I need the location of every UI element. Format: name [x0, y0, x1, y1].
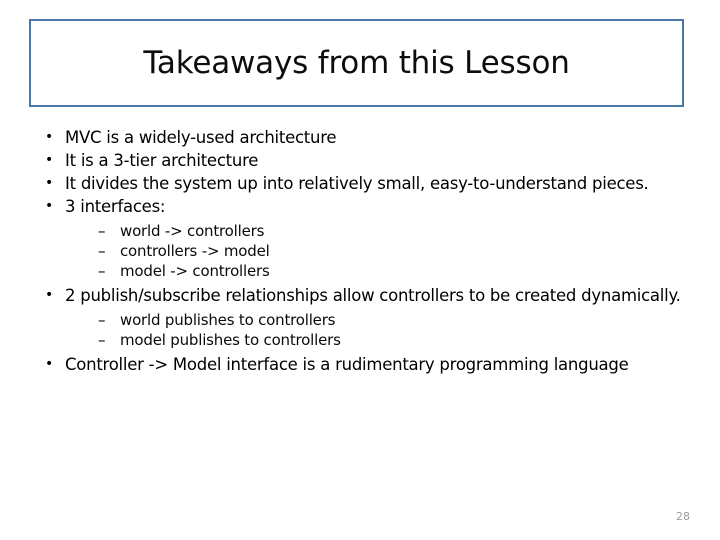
page-title: Takeaways from this Lesson [143, 44, 570, 81]
sub-list-item: world -> controllers [98, 221, 684, 241]
sub-list-item: controllers -> model [98, 241, 684, 261]
slide-body: MVC is a widely-used architecture It is … [36, 126, 684, 376]
page-number: 28 [676, 510, 690, 523]
sub-list-item: world publishes to controllers [98, 310, 684, 330]
slide-canvas: Takeaways from this Lesson MVC is a wide… [0, 0, 720, 540]
bullet-list: MVC is a widely-used architecture It is … [36, 126, 684, 376]
list-item: 2 publish/subscribe relationships allow … [36, 284, 684, 350]
sub-bullet-list: world publishes to controllers model pub… [65, 310, 684, 350]
sub-bullet-text: world -> controllers [120, 222, 265, 240]
list-item: It divides the system up into relatively… [36, 172, 684, 195]
bullet-text: 2 publish/subscribe relationships allow … [65, 286, 681, 305]
list-item: 3 interfaces: world -> controllers contr… [36, 195, 684, 281]
sub-bullet-text: world publishes to controllers [120, 311, 336, 329]
list-item: It is a 3-tier architecture [36, 149, 684, 172]
list-item: MVC is a widely-used architecture [36, 126, 684, 149]
sub-bullet-text: model publishes to controllers [120, 331, 341, 349]
bullet-text: It is a 3-tier architecture [65, 151, 259, 170]
bullet-text: 3 interfaces: [65, 197, 166, 216]
list-item: Controller -> Model interface is a rudim… [36, 353, 684, 376]
sub-bullet-text: model -> controllers [120, 262, 270, 280]
bullet-text: Controller -> Model interface is a rudim… [65, 355, 629, 374]
bullet-text: It divides the system up into relatively… [65, 174, 649, 193]
sub-list-item: model publishes to controllers [98, 330, 684, 350]
sub-bullet-text: controllers -> model [120, 242, 270, 260]
sub-bullet-list: world -> controllers controllers -> mode… [65, 221, 684, 281]
bullet-text: MVC is a widely-used architecture [65, 128, 337, 147]
slide-title-box: Takeaways from this Lesson [29, 19, 684, 107]
sub-list-item: model -> controllers [98, 261, 684, 281]
